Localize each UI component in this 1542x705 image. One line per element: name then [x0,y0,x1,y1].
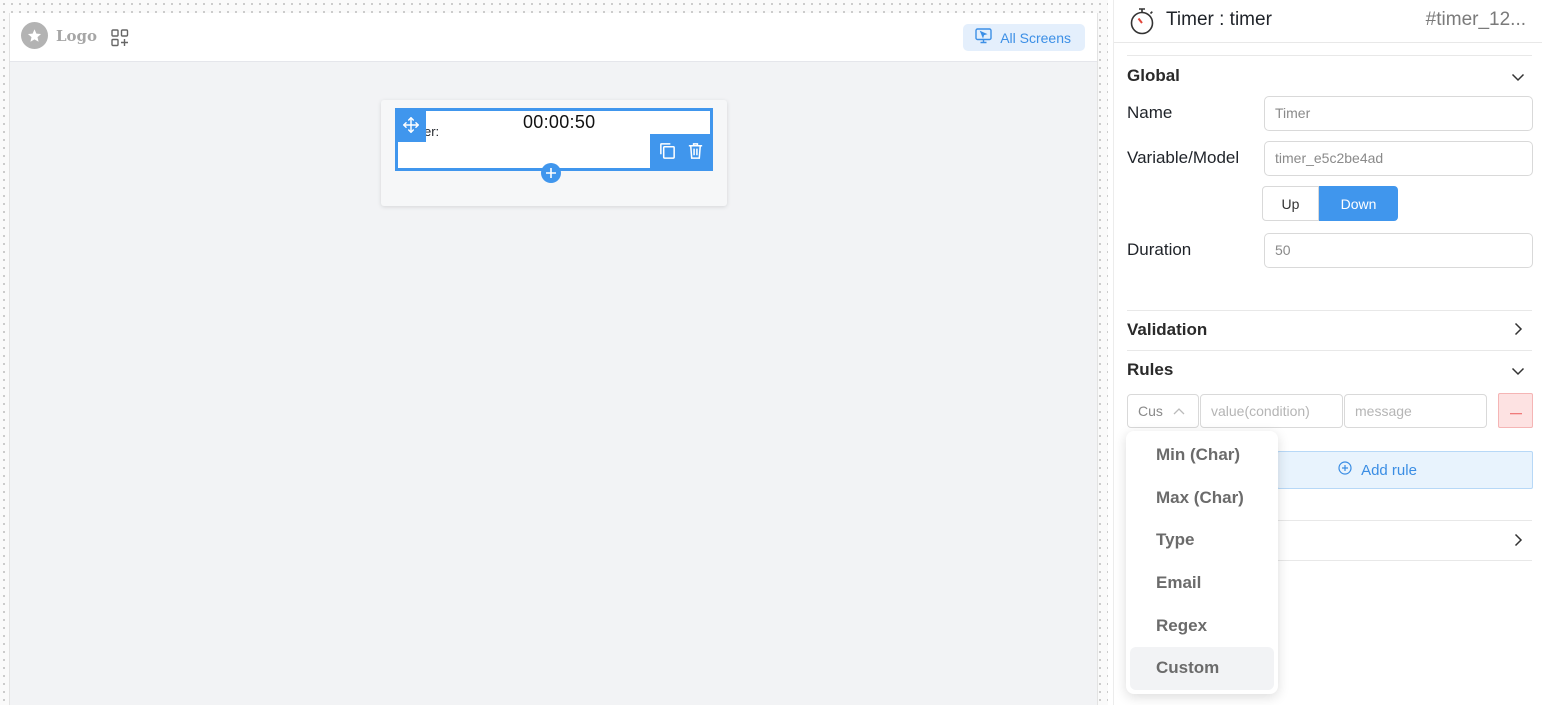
chevron-right-icon[interactable] [1511,322,1525,341]
name-label: Name [1127,103,1173,122]
dropdown-option-regex[interactable]: Regex [1130,604,1274,647]
dropdown-option-email[interactable]: Email [1130,562,1274,605]
chevron-down-icon[interactable] [1511,70,1525,89]
timer-label: er: [424,124,440,139]
chevron-down-icon[interactable] [1511,364,1525,383]
plus-icon[interactable] [541,163,561,183]
chevron-up-icon [1173,396,1185,427]
timer-component[interactable]: er: 00:00:50 [395,108,713,183]
plus-circle-icon [1338,461,1352,479]
canvas-topbar: Logo All Screens [10,13,1097,62]
rule-type-value: Cus [1138,403,1163,419]
section-global-title[interactable]: Global [1127,66,1180,86]
direction-up-button[interactable]: Up [1262,186,1319,221]
component-id: #timer_12... [1425,9,1526,30]
copy-icon[interactable] [658,141,677,165]
section-rules-title[interactable]: Rules [1127,360,1173,380]
variable-input[interactable]: timer_e5c2be4ad [1264,141,1533,176]
divider [1127,350,1532,351]
dropdown-option-min-char[interactable]: Min (Char) [1130,434,1274,477]
rule-type-select[interactable]: Cus [1127,394,1199,428]
rule-message-input[interactable]: message [1344,394,1487,428]
canvas-area: Logo All Screens er: 00:00:50 [0,0,1108,705]
logo-text: Logo [56,26,98,45]
panel-header: Timer : timer #timer_12... [1114,0,1542,43]
minus-icon [1509,402,1522,420]
panel-title: Timer : timer [1166,9,1272,30]
move-arrows-icon[interactable] [395,108,426,142]
stopwatch-icon [1128,6,1156,41]
variable-label: Variable/Model [1127,148,1240,167]
rule-type-dropdown: Min (Char) Max (Char) Type Email Regex C… [1126,431,1278,694]
component-actions [650,134,713,171]
name-input[interactable]: Timer [1264,96,1533,131]
timer-display: 00:00:50 [523,112,596,132]
form-card: er: 00:00:50 [381,100,727,206]
dropdown-option-max-char[interactable]: Max (Char) [1130,477,1274,520]
trash-icon[interactable] [686,141,705,165]
all-screens-label: All Screens [1000,29,1071,46]
section-validation-title[interactable]: Validation [1127,320,1207,340]
chevron-right-icon[interactable] [1511,533,1525,552]
duration-input[interactable]: 50 [1264,233,1533,268]
divider [1127,310,1532,311]
logo: Logo [21,22,97,49]
divider [1127,55,1532,56]
dropdown-option-custom[interactable]: Custom [1130,646,1274,690]
direction-toggle: Up Down [1262,186,1398,221]
all-screens-button[interactable]: All Screens [963,24,1085,51]
canvas-frame: Logo All Screens er: 00:00:50 [9,13,1098,705]
rule-condition-input[interactable]: value(condition) [1200,394,1343,428]
star-icon [21,22,48,49]
direction-down-button[interactable]: Down [1319,186,1398,221]
add-rule-button[interactable]: Add rule [1277,451,1533,489]
dropdown-option-type[interactable]: Type [1130,519,1274,562]
duration-label: Duration [1127,240,1192,259]
grid-plus-icon[interactable] [110,28,130,48]
remove-rule-button[interactable] [1498,393,1533,428]
screen-cursor-icon [975,28,992,47]
add-rule-label: Add rule [1361,461,1417,479]
